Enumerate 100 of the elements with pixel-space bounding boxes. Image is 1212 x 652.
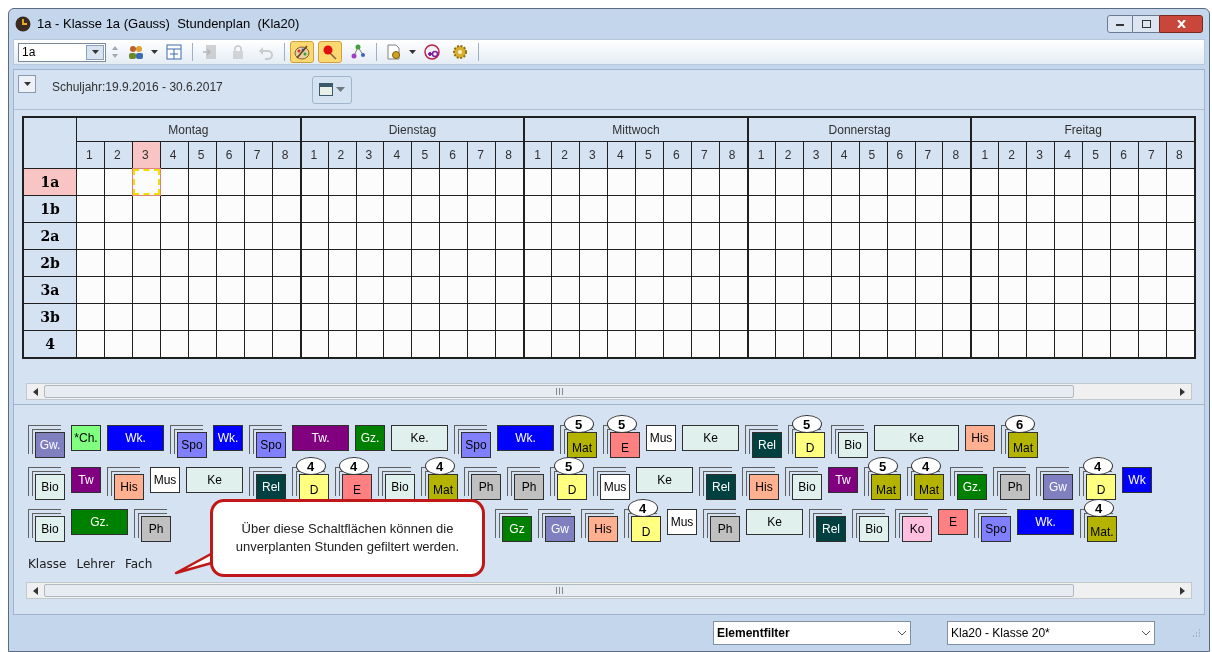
timetable-cell[interactable] bbox=[356, 169, 384, 195]
timetable-cell[interactable] bbox=[1139, 304, 1167, 330]
timetable-cell[interactable] bbox=[524, 223, 552, 249]
timetable-cell[interactable] bbox=[1055, 196, 1083, 222]
lesson-card[interactable]: Bio bbox=[859, 516, 889, 542]
period-header[interactable]: 7 bbox=[244, 142, 272, 168]
toolbar-button[interactable] bbox=[290, 41, 314, 63]
timetable-cell[interactable] bbox=[887, 277, 915, 303]
timetable-cell[interactable] bbox=[1027, 196, 1055, 222]
timetable-cell[interactable] bbox=[887, 223, 915, 249]
timetable-cell[interactable] bbox=[831, 250, 859, 276]
period-header[interactable]: 3 bbox=[803, 142, 831, 168]
timetable-cell[interactable] bbox=[943, 223, 971, 249]
timetable-cell[interactable] bbox=[775, 223, 803, 249]
timetable-cell[interactable] bbox=[1027, 331, 1055, 357]
timetable-cell[interactable] bbox=[943, 250, 971, 276]
lesson-card[interactable]: Mus bbox=[600, 474, 630, 500]
timetable-cell[interactable] bbox=[1083, 304, 1111, 330]
timetable-cell[interactable] bbox=[524, 169, 552, 195]
timetable-cell[interactable] bbox=[999, 331, 1027, 357]
period-header[interactable]: 6 bbox=[216, 142, 244, 168]
lesson-card[interactable]: Bio bbox=[792, 474, 822, 500]
timetable-cell[interactable] bbox=[971, 331, 999, 357]
timetable-cell[interactable] bbox=[524, 304, 552, 330]
timetable-cell[interactable] bbox=[636, 277, 663, 303]
timetable-cell[interactable] bbox=[1055, 331, 1083, 357]
period-header[interactable]: 5 bbox=[412, 142, 440, 168]
timetable-cell[interactable] bbox=[160, 250, 188, 276]
lesson-card[interactable]: Mat bbox=[914, 474, 944, 500]
class-header[interactable]: 1b bbox=[24, 196, 76, 222]
period-header[interactable]: 6 bbox=[1111, 142, 1139, 168]
lesson-card[interactable]: Ph bbox=[1000, 474, 1030, 500]
timetable-cell[interactable] bbox=[216, 331, 244, 357]
lesson-card[interactable]: Spo bbox=[177, 432, 207, 458]
lesson-card[interactable]: Mat bbox=[567, 432, 597, 458]
timetable-cell[interactable] bbox=[524, 331, 552, 357]
timetable-cell[interactable] bbox=[160, 331, 188, 357]
timetable-cell[interactable] bbox=[747, 169, 775, 195]
timetable-cell[interactable] bbox=[160, 277, 188, 303]
timetable-cell[interactable] bbox=[971, 196, 999, 222]
timetable-cell[interactable] bbox=[356, 250, 384, 276]
timetable-cell[interactable] bbox=[552, 196, 580, 222]
timetable-cell[interactable] bbox=[104, 169, 132, 195]
timetable-cell[interactable] bbox=[915, 169, 943, 195]
selected-cell[interactable] bbox=[132, 169, 160, 195]
timetable-cell[interactable] bbox=[1167, 196, 1194, 222]
timetable-cell[interactable] bbox=[663, 277, 691, 303]
class-header[interactable]: 2a bbox=[24, 223, 76, 249]
timetable-cell[interactable] bbox=[496, 277, 524, 303]
period-header[interactable]: 8 bbox=[496, 142, 524, 168]
lesson-card[interactable]: Mat bbox=[1008, 432, 1038, 458]
timetable-cell[interactable] bbox=[747, 277, 775, 303]
timetable-cell[interactable] bbox=[328, 196, 356, 222]
timetable-cell[interactable] bbox=[747, 331, 775, 357]
timetable-cell[interactable] bbox=[272, 277, 300, 303]
timetable-cell[interactable] bbox=[77, 250, 104, 276]
timetable-cell[interactable] bbox=[691, 250, 719, 276]
lesson-card[interactable]: Mus bbox=[150, 467, 180, 493]
timetable-cell[interactable] bbox=[971, 223, 999, 249]
lesson-card[interactable]: Rel bbox=[256, 474, 286, 500]
period-header[interactable]: 5 bbox=[188, 142, 216, 168]
timetable-cell[interactable] bbox=[244, 250, 272, 276]
timetable-cell[interactable] bbox=[104, 223, 132, 249]
timetable-cell[interactable] bbox=[803, 331, 831, 357]
period-header[interactable]: 8 bbox=[943, 142, 971, 168]
timetable-cell[interactable] bbox=[580, 277, 608, 303]
lesson-card[interactable]: Tw bbox=[71, 467, 101, 493]
lesson-card[interactable]: Gz. bbox=[71, 509, 128, 535]
timetable-cell[interactable] bbox=[691, 304, 719, 330]
timetable-cell[interactable] bbox=[999, 169, 1027, 195]
timetable-cell[interactable] bbox=[300, 277, 328, 303]
lesson-card[interactable]: Ph bbox=[514, 474, 544, 500]
timetable-cell[interactable] bbox=[300, 304, 328, 330]
timetable-cell[interactable] bbox=[468, 277, 496, 303]
period-header[interactable]: 6 bbox=[440, 142, 468, 168]
timetable-cell[interactable] bbox=[1139, 250, 1167, 276]
timetable-cell[interactable] bbox=[691, 169, 719, 195]
lesson-card[interactable]: Rel bbox=[752, 432, 782, 458]
timetable-cell[interactable] bbox=[691, 196, 719, 222]
lesson-card[interactable]: Bio bbox=[35, 516, 65, 542]
timetable-cell[interactable] bbox=[803, 277, 831, 303]
timetable-cell[interactable] bbox=[943, 304, 971, 330]
timetable-cell[interactable] bbox=[803, 250, 831, 276]
scroll-thumb[interactable] bbox=[44, 385, 1074, 398]
timetable-cell[interactable] bbox=[775, 304, 803, 330]
lesson-card[interactable]: His bbox=[965, 425, 995, 451]
timetable-cell[interactable] bbox=[859, 250, 887, 276]
timetable-cell[interactable] bbox=[775, 277, 803, 303]
lesson-card[interactable]: Ph bbox=[141, 516, 171, 542]
lesson-card[interactable]: *Ch. bbox=[71, 425, 101, 451]
period-header[interactable]: 8 bbox=[272, 142, 300, 168]
timetable-cell[interactable] bbox=[552, 304, 580, 330]
timetable-cell[interactable] bbox=[468, 169, 496, 195]
timetable-cell[interactable] bbox=[244, 169, 272, 195]
timetable-cell[interactable] bbox=[887, 169, 915, 195]
lesson-card[interactable]: D bbox=[1086, 474, 1116, 500]
timetable-cell[interactable] bbox=[1167, 169, 1194, 195]
timetable-cell[interactable] bbox=[636, 223, 663, 249]
timetable-cell[interactable] bbox=[132, 196, 160, 222]
timetable-cell[interactable] bbox=[747, 304, 775, 330]
